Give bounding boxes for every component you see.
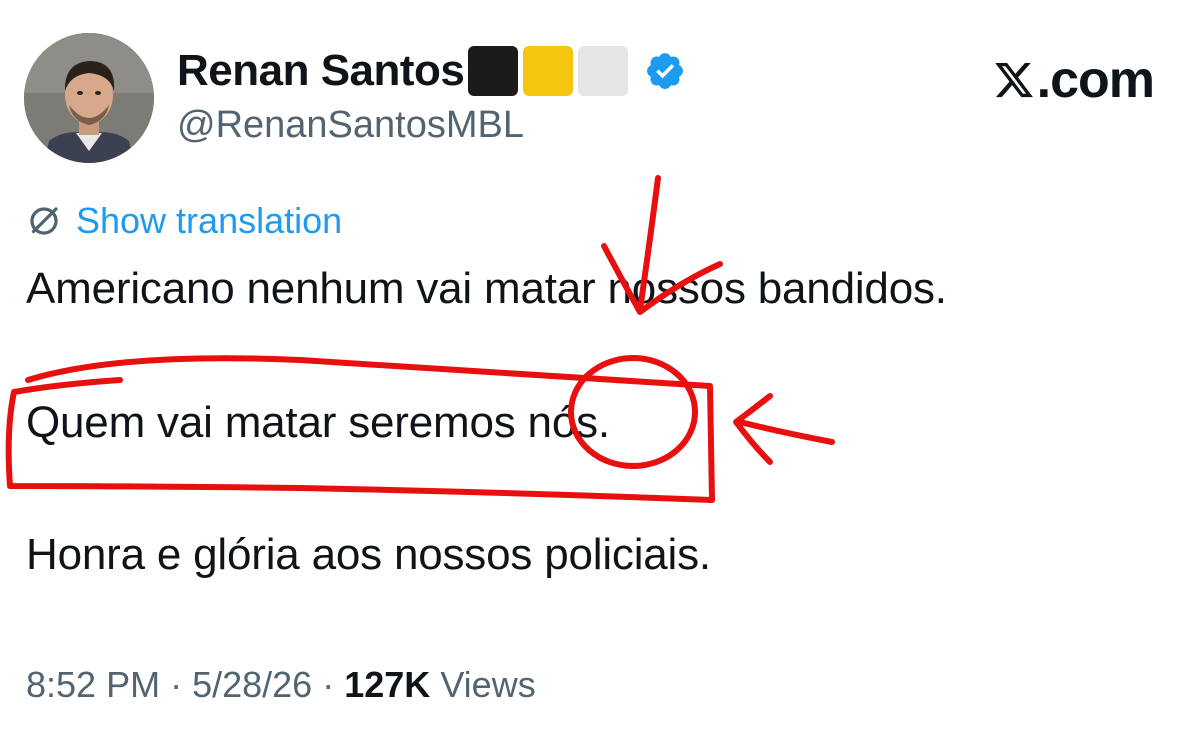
show-translation-label: Show translation	[76, 200, 343, 241]
views-label: Views	[440, 664, 536, 705]
author-display-name[interactable]: Renan Santos	[177, 46, 686, 96]
tweet-text-line: Americano nenhum vai matar nossos bandid…	[26, 264, 947, 313]
meta-separator: ·	[322, 664, 345, 705]
tweet-meta: 8:52 PM · 5/28/26 · 127K Views	[26, 664, 536, 706]
tweet-card: Renan Santos @RenanSantosMBL .com Show t…	[0, 0, 1200, 730]
x-logo-icon	[994, 62, 1033, 98]
author-handle[interactable]: @RenanSantosMBL	[177, 104, 524, 147]
annotation-arrow-left	[737, 419, 835, 445]
annotation-arrow-left-head	[733, 393, 773, 465]
tweet-date[interactable]: 5/28/26	[192, 664, 312, 705]
tweet-text-line: Quem vai matar seremos nós.	[26, 398, 610, 447]
meta-separator: ·	[170, 664, 193, 705]
yellow-square-emoji	[523, 46, 574, 96]
tweet-text-line: Honra e glória aos nossos policiais.	[26, 530, 711, 579]
show-translation-link[interactable]: Show translation	[26, 200, 342, 242]
verified-badge-icon	[647, 53, 684, 89]
xcom-text: .com	[1036, 51, 1155, 109]
tweet-time[interactable]: 8:52 PM	[26, 664, 160, 705]
translate-globe-icon	[30, 207, 58, 235]
views-count: 127K	[344, 664, 431, 705]
xcom-logo: .com	[993, 50, 1155, 110]
white-square-emoji	[578, 46, 629, 96]
avatar-photo	[24, 33, 154, 163]
author-name-text: Renan Santos	[177, 46, 465, 95]
avatar[interactable]	[24, 33, 154, 163]
black-square-emoji	[468, 46, 519, 96]
